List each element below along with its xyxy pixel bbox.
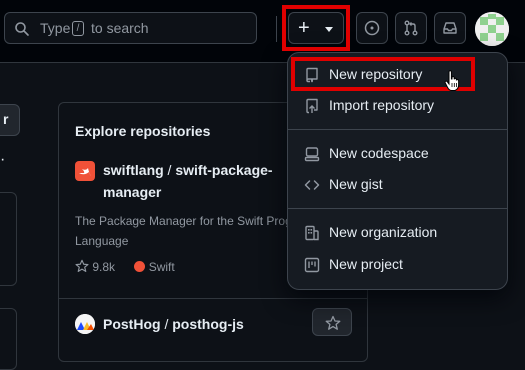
- swift-logo-icon: [75, 161, 95, 181]
- search-shortcut-key: /: [72, 21, 84, 36]
- menu-item-new-gist[interactable]: New gist: [296, 170, 501, 200]
- identicon-icon: [475, 12, 509, 46]
- left-panel-card: [0, 192, 17, 286]
- repo-link[interactable]: PostHog / posthog-js: [103, 313, 303, 335]
- inbox-icon: [443, 22, 457, 34]
- explore-heading: Explore repositories: [75, 123, 211, 139]
- repo-separator: /: [163, 162, 176, 178]
- star-icon: [325, 315, 341, 330]
- search-placeholder-suffix: to search: [91, 20, 149, 36]
- copilot-icon: [364, 20, 380, 36]
- menu-divider: [288, 129, 507, 130]
- menu-divider: [288, 208, 507, 209]
- language-color-dot: [134, 261, 146, 272]
- menu-item-label: New codespace: [329, 145, 429, 161]
- inbox-button[interactable]: [434, 12, 466, 44]
- project-icon: [304, 257, 320, 273]
- divider: [59, 298, 367, 299]
- codespaces-icon: [304, 147, 320, 162]
- menu-item-new-organization[interactable]: New organization: [296, 218, 501, 248]
- repo-link[interactable]: swiftlang / swift-package-manager: [103, 159, 303, 203]
- organization-icon: [305, 225, 319, 241]
- menu-item-label: New project: [329, 256, 403, 272]
- pull-requests-button[interactable]: [395, 12, 427, 44]
- repo-owner: swiftlang: [103, 162, 164, 178]
- search-input[interactable]: Type / to search: [4, 12, 257, 44]
- repo-language: Swift: [148, 260, 175, 274]
- repo-meta: 9.8k Swift: [75, 259, 175, 274]
- menu-item-label: New organization: [329, 224, 438, 240]
- repo-push-icon: [306, 98, 318, 114]
- highlight-create-button: [282, 5, 350, 51]
- hand-pointer-icon: [444, 70, 460, 91]
- avatar[interactable]: [475, 12, 509, 46]
- menu-item-label: Import repository: [329, 97, 435, 113]
- search-icon: [15, 22, 29, 36]
- left-panel-card-lower: [0, 308, 17, 370]
- menu-item-new-codespace[interactable]: New codespace: [296, 139, 501, 169]
- posthog-logo-icon: [75, 314, 95, 334]
- code-icon: [304, 180, 320, 190]
- left-panel-button-label: r: [3, 111, 9, 127]
- search-placeholder-prefix: Type: [40, 20, 71, 36]
- left-panel-dots: ·: [0, 151, 8, 168]
- menu-item-label: New gist: [329, 176, 383, 192]
- left-panel-button[interactable]: r: [0, 104, 20, 136]
- repo-name: posthog-js: [172, 316, 244, 332]
- menu-item-new-project[interactable]: New project: [296, 250, 501, 280]
- pull-requests-icon: [404, 20, 418, 36]
- header-divider: [276, 16, 277, 42]
- repo-owner: PostHog: [103, 316, 161, 332]
- repo-stars[interactable]: 9.8k: [92, 260, 115, 274]
- star-icon: [75, 259, 89, 272]
- star-button[interactable]: [312, 308, 352, 336]
- menu-item-import-repository[interactable]: Import repository: [296, 91, 501, 121]
- copilot-button[interactable]: [356, 12, 388, 44]
- repo-separator: /: [160, 316, 173, 332]
